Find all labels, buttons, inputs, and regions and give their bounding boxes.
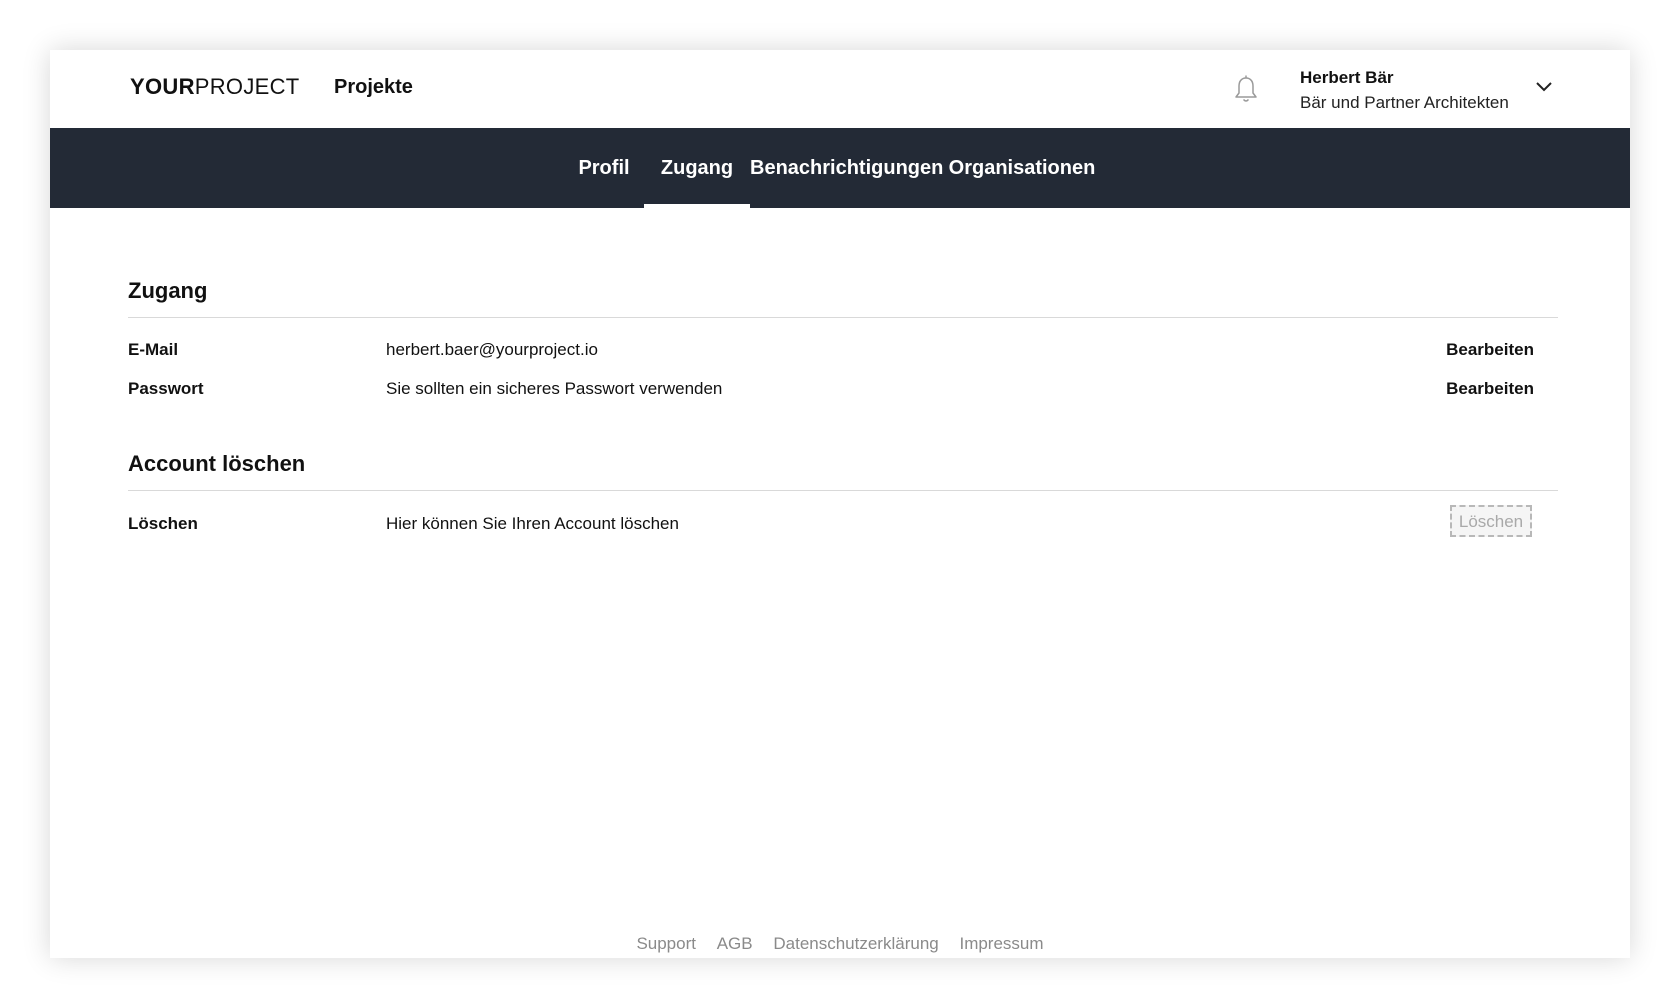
divider bbox=[128, 317, 1558, 318]
email-value: herbert.baer@yourproject.io bbox=[386, 340, 598, 359]
tab-organisationen[interactable]: Organisationen bbox=[940, 128, 1104, 208]
section-title-access: Zugang bbox=[128, 278, 208, 303]
bell-icon[interactable] bbox=[1233, 74, 1259, 104]
footer-link-privacy[interactable]: Datenschutzerklärung bbox=[773, 934, 938, 953]
footer-link-agb[interactable]: AGB bbox=[717, 934, 753, 953]
password-label: Passwort bbox=[128, 379, 204, 398]
top-header: YOURPROJECT Projekte Herbert Bär Bär und… bbox=[50, 50, 1630, 128]
footer-link-support[interactable]: Support bbox=[636, 934, 696, 953]
logo-part-light: PROJECT bbox=[194, 74, 300, 99]
email-label: E-Mail bbox=[128, 340, 179, 359]
logo-part-bold: YOUR bbox=[130, 74, 195, 99]
app-window: YOURPROJECT Projekte Herbert Bär Bär und… bbox=[50, 50, 1630, 958]
edit-password-button[interactable]: Bearbeiten bbox=[1446, 379, 1534, 399]
tab-benachrichtigungen[interactable]: Benachrichtigungen bbox=[750, 128, 943, 208]
edit-email-button[interactable]: Bearbeiten bbox=[1446, 340, 1534, 360]
footer-link-imprint[interactable]: Impressum bbox=[959, 934, 1043, 953]
nav-projects-link[interactable]: Projekte bbox=[334, 76, 413, 99]
section-title-delete-account: Account löschen bbox=[128, 451, 306, 476]
user-organization: Bär und Partner Architekten bbox=[1300, 93, 1509, 112]
tab-zugang[interactable]: Zugang bbox=[644, 128, 750, 208]
footer: Support AGB Datenschutzerklärung Impress… bbox=[50, 934, 1630, 954]
settings-tabbar: Profil Zugang Benachrichtigungen Organis… bbox=[50, 128, 1630, 208]
user-menu[interactable]: Herbert Bär Bär und Partner Architekten bbox=[1300, 66, 1509, 116]
divider bbox=[128, 490, 1558, 491]
user-name: Herbert Bär bbox=[1300, 68, 1394, 87]
logo[interactable]: YOURPROJECT bbox=[130, 74, 300, 100]
delete-description: Hier können Sie Ihren Account löschen bbox=[386, 514, 679, 533]
delete-account-button[interactable]: Löschen bbox=[1450, 505, 1532, 537]
tab-profil[interactable]: Profil bbox=[564, 128, 644, 208]
delete-label: Löschen bbox=[128, 514, 198, 533]
password-hint: Sie sollten ein sicheres Passwort verwen… bbox=[386, 379, 723, 398]
chevron-down-icon[interactable] bbox=[1534, 80, 1554, 94]
